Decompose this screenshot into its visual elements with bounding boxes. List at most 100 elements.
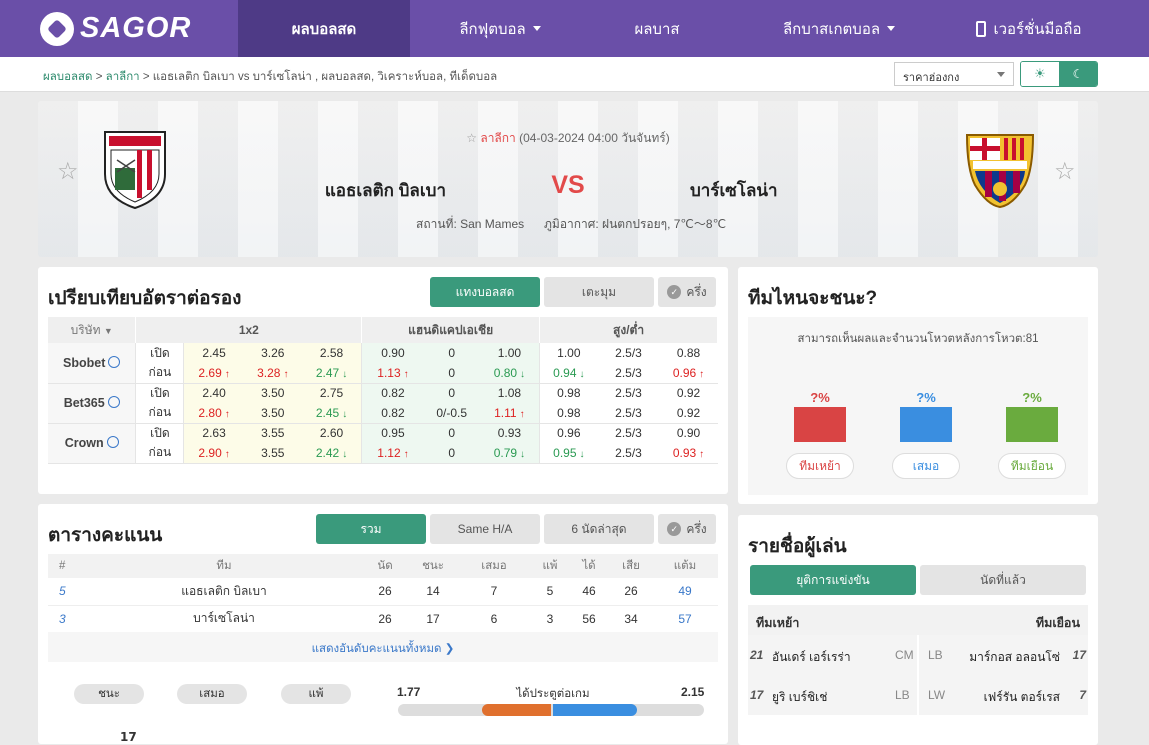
standings-cell: 26 (360, 578, 410, 606)
goals-home-bar (482, 704, 551, 716)
tab-lineup-previous[interactable]: นัดที่แล้ว (920, 565, 1086, 595)
away-team-name[interactable]: บาร์เซโลน่า (690, 177, 890, 204)
standings-cell: 46 (568, 578, 610, 606)
odds-value: 3.28 ↑ (243, 363, 302, 384)
half-label: ครึ่ง (686, 284, 707, 299)
half-toggle[interactable]: ✓ ครึ่ง (658, 514, 716, 544)
nav-basketball-leagues[interactable]: ลีกบาสเกตบอล (724, 0, 954, 57)
tab-total[interactable]: รวม (316, 514, 426, 544)
odds-value: 1.00 (557, 346, 581, 360)
check-icon: ✓ (667, 285, 682, 299)
tab-same-ha[interactable]: Same H/A (430, 514, 540, 544)
prediction-card: ทีมไหนจะชนะ? สามารถเห็นผลและจำนวนโหวตหลั… (738, 267, 1098, 504)
filter-draw[interactable]: เสมอ (177, 684, 247, 704)
arrow-down-icon: ↓ (342, 448, 348, 460)
match-weather: ภูมิอากาศ: ฝนตกปรอยๆ, 7℃～8℃ (544, 217, 727, 231)
home-vote-percent: ?% (810, 390, 830, 405)
nav-live-scores[interactable]: ผลบอลสด (238, 0, 410, 57)
arrow-up-icon: ↑ (699, 368, 705, 380)
favorite-star-icon[interactable]: ☆ (57, 157, 79, 185)
nav-basketball-results[interactable]: ผลบาส (590, 0, 724, 57)
odds-value: 0 (423, 383, 480, 403)
odds-row: Sbobet เปิด 2.45 3.26 2.58 0.90 0 1.00 1.00 2.5/3… (48, 343, 718, 384)
nav-football-leagues[interactable]: ลีกฟุตบอล (410, 0, 590, 57)
standings-header: ชนะ (410, 554, 456, 578)
company-name[interactable]: Crown (48, 423, 137, 464)
standings-header: ได้ (568, 554, 610, 578)
chart-icon[interactable] (107, 396, 120, 408)
odds-value: 2.5/3 (597, 363, 660, 384)
standings-header: ทีม (88, 554, 360, 578)
odds-value: 1.08 (479, 383, 541, 403)
half-toggle[interactable]: ✓ ครึ่ง (658, 277, 716, 307)
team-name[interactable]: บาร์เซโลน่า (88, 605, 360, 633)
company-name[interactable]: Sbobet (48, 343, 137, 384)
tab-live-betting[interactable]: แทงบอลสด (430, 277, 540, 307)
chevron-down-icon (887, 26, 896, 31)
player-name[interactable]: มาร์กอส อลอนโซ่ (969, 648, 1060, 667)
chart-icon[interactable] (106, 436, 119, 448)
player-name[interactable]: เฟร์รัน ตอร์เรส (984, 688, 1060, 707)
odds-value: 3.50 (243, 383, 302, 403)
odds-value: 2.5/3 (615, 426, 642, 441)
check-icon: ✓ (667, 522, 682, 536)
standings-header: นัด (360, 554, 410, 578)
player-name[interactable]: อันเดร์ เอร์เรร่า (772, 648, 851, 667)
odds-row: ก่อน 2.69 ↑ 3.28 ↑ 2.47 ↓ 1.13 ↑ 0 0.80 ↓ 0.94 ↓ 2.5/3… (48, 363, 718, 384)
nav-mobile-version[interactable]: เวอร์ชั่นมือถือ (954, 0, 1104, 57)
favorite-star-icon[interactable]: ☆ (466, 131, 477, 145)
list-item[interactable]: 17 ยูริ เบร์ชิเช่ LB LW เฟร์รัน ตอร์เรส 7 (748, 675, 1088, 715)
arrow-up-icon: ↑ (519, 408, 525, 420)
company-header[interactable]: บริษัท ▼ (48, 317, 137, 343)
arrow-up-icon: ↑ (224, 448, 230, 460)
moon-icon[interactable]: ☾ (1059, 62, 1097, 86)
partial-value: 17 (120, 730, 137, 744)
table-row[interactable]: 3 บาร์เซโลน่า 26 17 6 3 56 34 57 (48, 605, 718, 633)
standings-cell: 49 (652, 578, 718, 606)
odds-value: 2.60 (301, 423, 363, 443)
vote-away-button[interactable]: ทีมเยือน (998, 453, 1066, 479)
site-logo[interactable]: SAGOR (0, 0, 238, 57)
standings-cell: 56 (568, 605, 610, 633)
vote-draw-button[interactable]: เสมอ (892, 453, 960, 479)
list-item[interactable]: 21 อันเดร์ เอร์เรร่า CM LB มาร์กอส อลอนโซ่ 17 (748, 635, 1088, 675)
theme-toggle[interactable]: ☀ ☾ (1020, 61, 1098, 87)
filter-win[interactable]: ชนะ (74, 684, 144, 704)
goals-per-game-label: ได้ประตูต่อเกม (516, 688, 590, 700)
odds-value: 0.93 (479, 423, 541, 443)
sun-icon[interactable]: ☀ (1021, 62, 1059, 86)
match-league: ☆ ลาลีกา (04-03-2024 04:00 วันจันทร์) (38, 129, 1098, 148)
company-name[interactable]: Bet365 (48, 383, 137, 424)
show-all-standings-link[interactable]: แสดงอันดับคะแนนทั้งหมด ❯ (48, 632, 718, 662)
standings-header: แพ้ (532, 554, 568, 578)
team-name[interactable]: แอธเลติก บิลเบา (88, 578, 360, 606)
standings-header: แต้ม (652, 554, 718, 578)
player-name[interactable]: ยูริ เบร์ชิเช่ (772, 688, 827, 707)
league-link[interactable]: ลาลีกา (480, 131, 515, 145)
standings-cell: 14 (410, 578, 456, 606)
breadcrumb-home[interactable]: ผลบอลสด (43, 71, 93, 83)
odds-value: 2.40 (183, 383, 244, 403)
favorite-star-icon[interactable]: ☆ (1054, 157, 1076, 185)
odds-value: 0 (423, 423, 480, 443)
tab-last-6[interactable]: 6 นัดล่าสุด (544, 514, 654, 544)
odds-value: 0.88 (676, 346, 701, 360)
filter-loss[interactable]: แพ้ (281, 684, 351, 704)
tab-corners[interactable]: เตะมุม (544, 277, 654, 307)
odds-title: เปรียบเทียบอัตราต่อรอง (48, 288, 242, 309)
match-venue: สถานที่: San Mames (416, 217, 525, 231)
arrow-down-icon: ↓ (520, 368, 526, 380)
home-lineup-label: ทีมเหย้า (748, 605, 918, 635)
odds-value: 0.98 (557, 386, 581, 401)
breadcrumb-league[interactable]: ลาลีกา (106, 71, 140, 83)
chevron-down-icon (532, 26, 541, 31)
player-position: LW (928, 688, 946, 702)
table-row[interactable]: 5 แอธเลติก บิลเบา 26 14 7 5 46 26 49 (48, 578, 718, 606)
odds-period-label: ก่อน (135, 363, 185, 384)
home-team-name[interactable]: แอธเลติก บิลเบา (268, 177, 446, 204)
arrow-down-icon: ↓ (579, 368, 585, 380)
odds-format-select[interactable]: ราคาฮ่องกง (894, 62, 1014, 86)
tab-lineup-match[interactable]: ยุติการแข่งขัน (750, 565, 916, 595)
vote-home-button[interactable]: ทีมเหย้า (786, 453, 854, 479)
chart-icon[interactable] (108, 355, 121, 368)
